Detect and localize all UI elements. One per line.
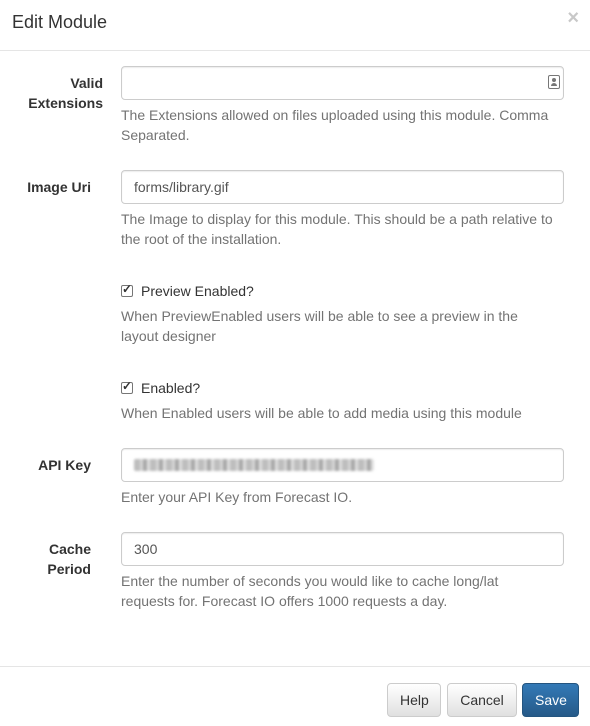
modal-footer: Help Cancel Save xyxy=(0,666,590,726)
image-uri-help: The Image to display for this module. Th… xyxy=(121,209,571,249)
enabled-label[interactable]: Enabled? xyxy=(141,378,200,398)
cancel-button[interactable]: Cancel xyxy=(447,683,517,717)
contact-card-icon[interactable] xyxy=(548,75,560,89)
enabled-row: Enabled? xyxy=(121,378,200,398)
valid-extensions-input[interactable] xyxy=(121,66,564,100)
image-uri-help-line1: The Image to display for this module. Th… xyxy=(121,211,553,227)
valid-extensions-help: The Extensions allowed on files uploaded… xyxy=(121,105,571,145)
api-key-label: API Key xyxy=(38,457,91,473)
preview-enabled-help-line1: When PreviewEnabled users will be able t… xyxy=(121,308,518,324)
modal-title: Edit Module xyxy=(12,12,108,32)
image-uri-help-line2: the root of the installation. xyxy=(121,231,282,247)
cache-period-help-line2: requests for. Forecast IO offers 1000 re… xyxy=(121,593,448,609)
valid-extensions-help-line2: Separated. xyxy=(121,127,190,143)
valid-extensions-help-line1: The Extensions allowed on files uploaded… xyxy=(121,107,549,123)
enabled-help: When Enabled users will be able to add m… xyxy=(121,405,522,421)
api-key-help: Enter your API Key from Forecast IO. xyxy=(121,489,353,505)
api-key-input[interactable] xyxy=(121,448,564,482)
valid-extensions-label-line1: Valid xyxy=(70,75,103,91)
cache-period-label-line1: Cache xyxy=(48,541,91,557)
valid-extensions-label: Valid Extensions xyxy=(23,73,103,113)
cache-period-label: Cache Period xyxy=(11,539,91,579)
api-key-redacted-value xyxy=(134,459,374,471)
edit-module-dialog: Edit Module × Valid Extensions The Exten… xyxy=(0,0,590,726)
image-uri-input[interactable]: forms/library.gif xyxy=(121,170,564,204)
preview-enabled-help: When PreviewEnabled users will be able t… xyxy=(121,306,571,346)
modal-header: Edit Module × xyxy=(0,0,590,51)
valid-extensions-label-line2: Extensions xyxy=(28,95,103,111)
image-uri-label: Image Uri xyxy=(27,179,91,195)
preview-enabled-row: Preview Enabled? xyxy=(121,281,254,301)
cache-period-label-line2: Period xyxy=(47,561,91,577)
preview-enabled-checkbox[interactable] xyxy=(121,282,133,297)
close-button[interactable]: × xyxy=(567,8,579,28)
save-button[interactable]: Save xyxy=(522,683,579,717)
cache-period-input[interactable]: 300 xyxy=(121,532,564,566)
enabled-checkbox[interactable] xyxy=(121,379,133,394)
preview-enabled-help-line2: layout designer xyxy=(121,328,216,344)
preview-enabled-label[interactable]: Preview Enabled? xyxy=(141,281,254,301)
cache-period-help-line1: Enter the number of seconds you would li… xyxy=(121,573,499,589)
help-button[interactable]: Help xyxy=(387,683,441,717)
cache-period-help: Enter the number of seconds you would li… xyxy=(121,571,571,611)
